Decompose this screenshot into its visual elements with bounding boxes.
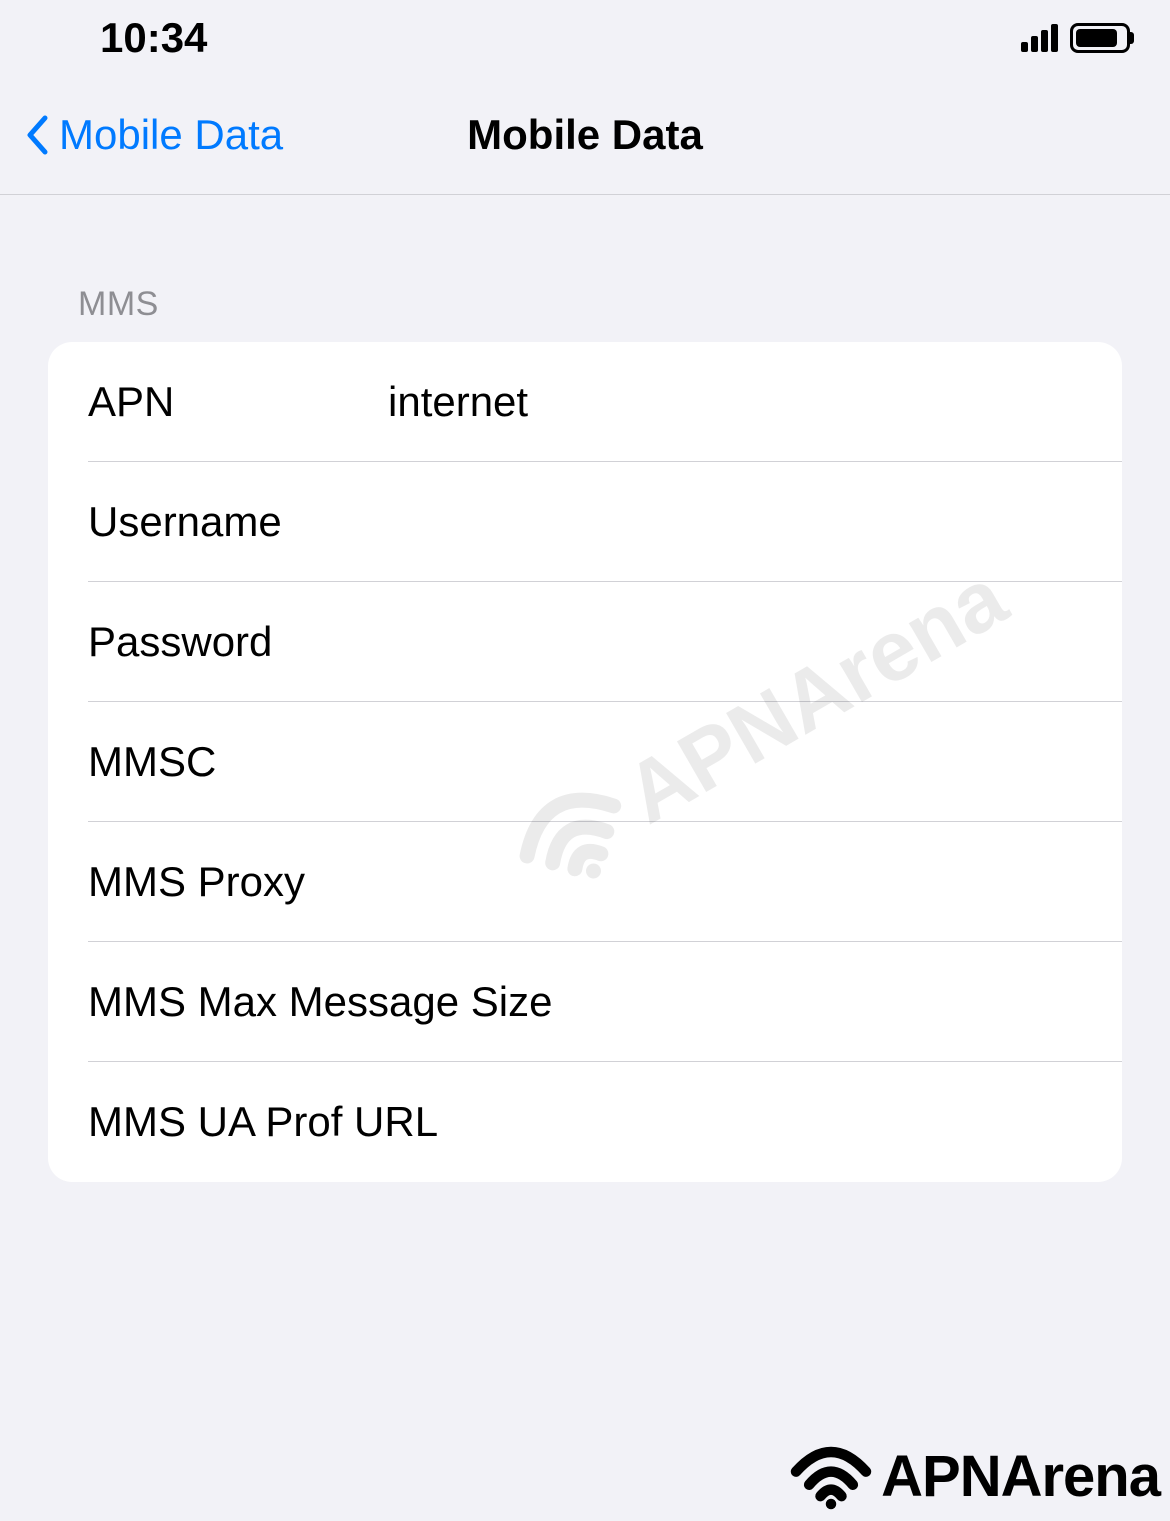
- page-title: Mobile Data: [467, 111, 703, 159]
- navigation-bar: Mobile Data Mobile Data: [0, 75, 1170, 195]
- mms-max-size-field[interactable]: [552, 978, 1093, 1026]
- mmsc-label: MMSC: [88, 738, 388, 786]
- mms-ua-prof-label: MMS UA Prof URL: [88, 1098, 438, 1146]
- apn-row[interactable]: APN: [48, 342, 1122, 462]
- username-field[interactable]: [388, 498, 1082, 546]
- apn-label: APN: [88, 378, 388, 426]
- status-indicators: [1021, 23, 1130, 53]
- password-label: Password: [88, 618, 388, 666]
- mms-ua-prof-row[interactable]: MMS UA Prof URL: [48, 1062, 1122, 1182]
- mms-settings-group: APN Username Password MMSC MMS Proxy MMS…: [48, 342, 1122, 1182]
- mms-proxy-row[interactable]: MMS Proxy: [48, 822, 1122, 942]
- mms-max-size-row[interactable]: MMS Max Message Size: [48, 942, 1122, 1062]
- content-area: MMS APN Username Password MMSC MMS Proxy: [0, 195, 1170, 1182]
- password-field[interactable]: [388, 618, 1082, 666]
- mmsc-field[interactable]: [388, 738, 1082, 786]
- password-row[interactable]: Password: [48, 582, 1122, 702]
- username-row[interactable]: Username: [48, 462, 1122, 582]
- section-header-mms: MMS: [48, 285, 1122, 342]
- mms-proxy-field[interactable]: [388, 858, 1082, 906]
- mms-proxy-label: MMS Proxy: [88, 858, 388, 906]
- footer-brand-text: APNArena: [881, 1443, 1160, 1510]
- chevron-left-icon: [25, 115, 49, 155]
- footer-brand: APNArena: [786, 1441, 1160, 1511]
- mms-max-size-label: MMS Max Message Size: [88, 978, 552, 1026]
- wifi-icon: [786, 1441, 876, 1511]
- mms-ua-prof-field[interactable]: [438, 1098, 1082, 1146]
- back-button[interactable]: Mobile Data: [25, 111, 283, 159]
- username-label: Username: [88, 498, 388, 546]
- apn-field[interactable]: [388, 378, 1082, 426]
- battery-icon: [1070, 23, 1130, 53]
- status-bar: 10:34: [0, 0, 1170, 75]
- cellular-signal-icon: [1021, 24, 1058, 52]
- mmsc-row[interactable]: MMSC: [48, 702, 1122, 822]
- status-time: 10:34: [100, 14, 207, 62]
- back-label: Mobile Data: [59, 111, 283, 159]
